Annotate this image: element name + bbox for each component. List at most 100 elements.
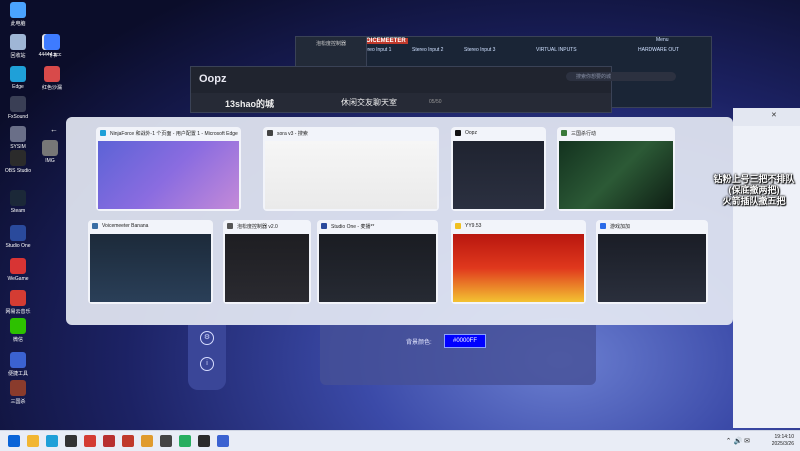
desktop-icon[interactable]: 回收站 [2,34,34,59]
oopz-logo: Oopz [199,73,227,85]
desktop-icon[interactable]: 三国杀 [2,380,34,405]
desktop-icon[interactable]: 便捷工具 [2,352,34,377]
tray-icons[interactable]: ⌃ 🔊 ✉ [726,437,750,445]
windows-start-icon[interactable] [8,435,20,447]
app-z-icon[interactable] [160,435,172,447]
task-view-window[interactable]: 三国杀行动 [557,127,675,211]
stream-overlay-text: 钻粉上号三把不排队 (保底撤两把) 火箭插队撤五把 [708,174,800,207]
desktop-icon[interactable]: WeGame [2,258,34,282]
task-view-window-title: Oopz [465,130,477,136]
close-icon[interactable]: ✕ [771,111,777,119]
browser-titlebar: ✕ [733,108,800,126]
app-multi-icon[interactable] [141,435,153,447]
stereo-input-3[interactable]: Stereo Input 3 [464,47,495,53]
app-icon [44,66,60,82]
oopz-search-input[interactable]: 搜索你想要的城 [566,72,676,81]
task-view-back-icon[interactable]: ← [50,125,58,134]
task-view-window[interactable]: 泡松度控制器 v2.0 [223,220,311,304]
overlay-line-1: 钻粉上号三把不排队 [713,174,795,184]
desktop-icon-label: IMG [45,158,55,164]
desktop-icon[interactable]: SYSIM [2,126,34,150]
task-view-panel: ← NinjaForce 和战外·1 个页面 - 用户配置 1 - Micros… [50,117,733,325]
oopz-channel-name[interactable]: 13shao的城 [225,97,274,110]
desktop-icon-label: 三国杀 [10,399,26,405]
task-view-window[interactable]: YY9.53 [451,220,586,304]
system-clock[interactable]: 19:14:10 2025/3/26 [772,434,794,448]
desktop-icon-label: 微信 [12,337,23,343]
settings-app: ⚙ i 背景颜色: #0000FF [48,325,734,425]
desktop-icon[interactable]: 网易云音乐 [2,290,34,315]
desktop-icon[interactable]: Studio One [2,225,34,249]
desktop-icon[interactable]: 此电脑 [2,2,34,27]
task-view-window[interactable]: NinjaForce 和战外·1 个页面 - 用户配置 1 - Microsof… [96,127,241,211]
desktop-icon[interactable]: 红色沙漏 [36,66,68,91]
app-icon [10,126,26,142]
desktop-icon-label: OBS Studio [4,168,32,174]
tool-icon [227,223,233,229]
window-preview [265,141,437,209]
oopz-room-count: 05/50 [429,99,442,105]
task-view-window[interactable]: 游戏加加 [596,220,708,304]
voicemeeter-menu[interactable]: Menu [656,37,669,43]
media-icon[interactable] [65,435,77,447]
desktop-icon[interactable]: Edge [2,66,34,90]
edge-icon [100,130,106,136]
stereo-input-2[interactable]: Stereo Input 2 [412,47,443,53]
app-icon [10,96,26,112]
task-view-window-title: Voicemeeter Banana [102,223,149,229]
desktop-icon[interactable]: 微信 [2,318,34,343]
app-green-icon[interactable] [179,435,191,447]
app-icon [42,140,58,156]
desktop-icon-label: FxSound [7,114,28,120]
netease-icon[interactable] [84,435,96,447]
desktop-icon[interactable]: OBS Studio [2,150,34,174]
game-icon [561,130,567,136]
overlay-line-2: (保底撤两把) [728,185,780,195]
desktop-icon-label: 飞书 [46,53,57,59]
overlay-line-3: 火箭插队撤五把 [722,196,786,206]
oopz-window[interactable]: Oopz 搜索你想要的城 13shao的城 休闲交友聊天室 05/50 [190,66,676,113]
app-icon [10,66,26,82]
voicemeeter-icon [92,223,98,229]
window-preview [225,234,309,302]
app-active-icon[interactable] [217,435,229,447]
desktop-icon[interactable]: IMG [34,140,66,164]
background-color-setting: 背景颜色: #0000FF [320,325,596,385]
app-game-icon[interactable] [122,435,134,447]
gear-icon[interactable]: ⚙ [200,331,214,345]
app-red-icon[interactable] [103,435,115,447]
app-icon [10,225,26,241]
oopz-room-name[interactable]: 休闲交友聊天室 [341,97,397,108]
file-explorer-icon[interactable] [27,435,39,447]
desktop-icon-label: Edge [12,84,24,90]
task-view-window-title: 游戏加加 [610,224,631,230]
desktop-icon-label: Studio One [5,243,31,249]
small-control-window[interactable]: 泡松度控制器 [295,36,367,68]
background-color-label: 背景颜色: [406,340,432,346]
task-view-window-title: NinjaForce 和战外·1 个页面 - 用户配置 1 - Microsof… [110,131,238,137]
app-icon [10,258,26,274]
app-icon [10,2,26,18]
app-icon [10,352,26,368]
background-color-value[interactable]: #0000FF [444,334,486,348]
desktop-icon[interactable]: Steam [2,190,34,214]
small-window-title: 泡松度控制器 [316,41,347,47]
app-icon [10,318,26,334]
settings-sidebar: ⚙ i [188,325,226,390]
app-icon [10,190,26,206]
desktop-icon[interactable]: 飞书 [36,34,68,59]
info-icon[interactable]: i [200,357,214,371]
oopz-channel-bar: 13shao的城 休闲交友聊天室 05/50 [191,93,611,112]
edge-icon[interactable] [46,435,58,447]
task-view-window[interactable]: Studio One - 麦播** [317,220,438,304]
app-dark-icon[interactable] [198,435,210,447]
task-view-window[interactable]: sora v3 - 搜索 [263,127,439,211]
voicemeeter-brand: VOICEMEETER [360,38,408,44]
task-view-window[interactable]: Oopz [451,127,546,211]
app-icon [10,150,26,166]
right-browser-window[interactable]: ✕ [733,108,800,428]
desktop-icon-label: 红色沙漏 [41,85,62,91]
app-icon [10,290,26,306]
task-view-window[interactable]: Voicemeeter Banana [88,220,213,304]
desktop-icon[interactable]: FxSound [2,96,34,120]
